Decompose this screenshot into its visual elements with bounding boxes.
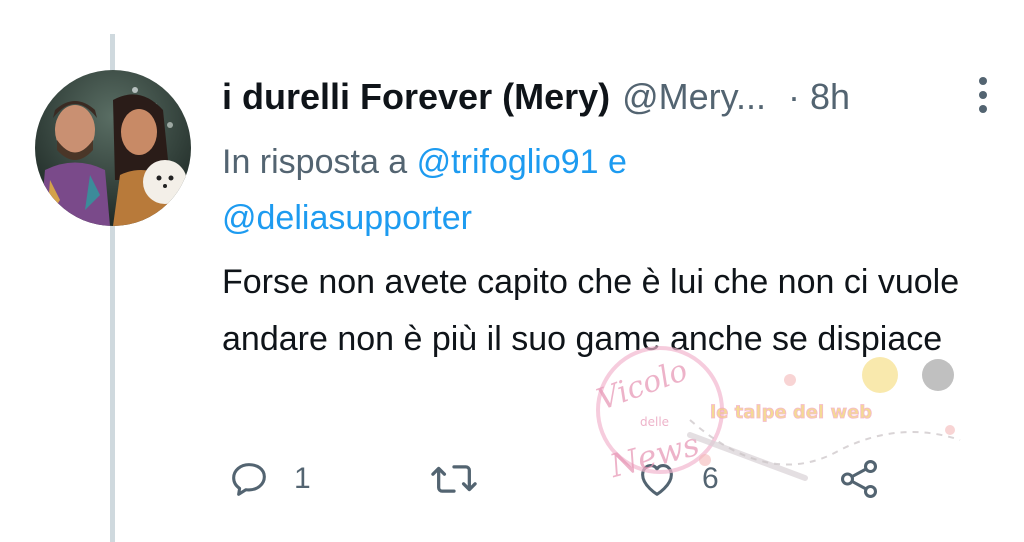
svg-text:delle: delle — [640, 415, 669, 429]
retweet-button[interactable] — [428, 452, 502, 506]
reply-icon — [232, 463, 266, 496]
share-icon — [840, 460, 878, 498]
display-name[interactable]: i durelli Forever (Mery) — [222, 76, 610, 118]
reply-connector: e — [598, 143, 627, 181]
share-button[interactable] — [836, 452, 882, 506]
more-options-icon[interactable] — [968, 72, 998, 118]
retweet-icon — [431, 465, 477, 493]
mention-link[interactable]: @deliasupporter — [222, 199, 472, 237]
mention-link[interactable]: @trifoglio91 — [417, 143, 599, 181]
tweet-actions: 1 6 — [0, 452, 1024, 506]
like-icon — [641, 464, 673, 496]
reply-prefix: In risposta a — [222, 143, 417, 181]
avatar-photo — [35, 70, 191, 226]
timestamp[interactable]: · 8h — [788, 76, 850, 118]
tweet-header: i durelli Forever (Mery) @Mery... · 8h — [222, 72, 850, 122]
tweet-text: Forse non avete capito che è lui che non… — [222, 263, 960, 358]
reply-context: In risposta a @trifoglio91 e @deliasuppo… — [222, 134, 1002, 246]
like-button[interactable]: 6 — [634, 452, 719, 506]
reply-button[interactable]: 1 — [226, 452, 311, 506]
user-handle[interactable]: @Mery... — [622, 76, 766, 118]
svg-text:le talpe del web: le talpe del web — [710, 402, 872, 423]
like-count: 6 — [702, 462, 719, 495]
avatar[interactable] — [35, 70, 191, 226]
reply-count: 1 — [294, 462, 311, 495]
